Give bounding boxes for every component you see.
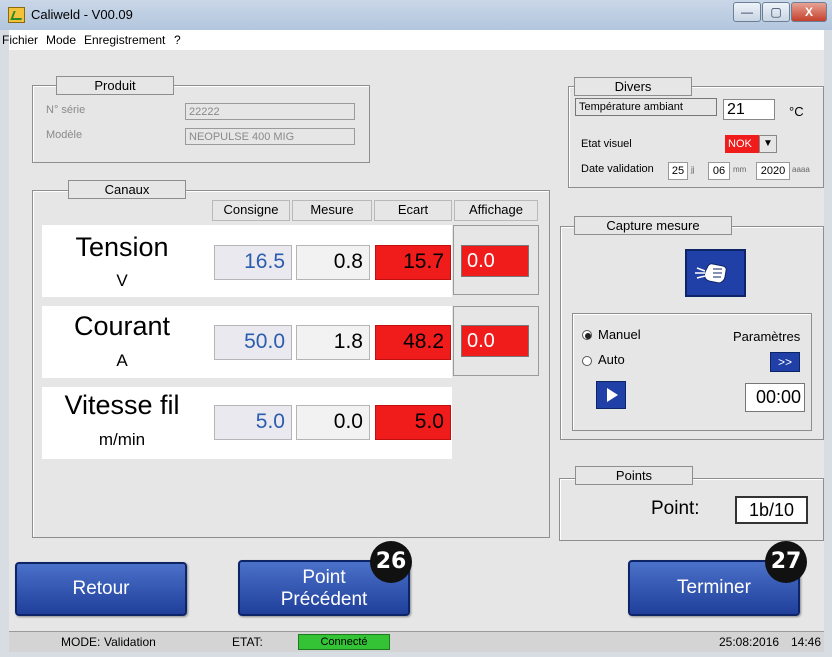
retour-button[interactable]: Retour <box>15 562 187 616</box>
courant-consigne: 50.0 <box>214 325 292 360</box>
menu-fichier[interactable]: Fichier <box>2 33 38 47</box>
capture-legend: Capture mesure <box>574 216 732 235</box>
menu-bar: Fichier Mode Enregistrement ? <box>2 30 824 50</box>
header-consigne: Consigne <box>212 200 290 221</box>
manuel-radio[interactable] <box>582 330 592 340</box>
menu-mode[interactable]: Mode <box>46 33 76 47</box>
date-day-unit: jj <box>691 165 695 174</box>
auto-label: Auto <box>598 352 625 367</box>
menu-help[interactable]: ? <box>174 33 181 47</box>
capture-hand-button[interactable] <box>685 249 746 297</box>
courant-mesure: 1.8 <box>296 325 370 360</box>
date-month-unit: mm <box>733 165 747 174</box>
date-day-field[interactable]: 25 <box>668 162 688 180</box>
temp-unit: °C <box>789 104 804 119</box>
parametres-button[interactable]: >> <box>770 352 800 372</box>
date-year-unit: aaaa <box>792 165 810 174</box>
status-bar: MODE: Validation ETAT: Connecté 25:08:20… <box>9 631 824 652</box>
vitesse-mesure: 0.0 <box>296 405 370 440</box>
tension-unit: V <box>116 271 128 290</box>
date-month-field[interactable]: 06 <box>708 162 730 180</box>
courant-affichage: 0.0 <box>461 325 529 357</box>
vitesse-name: Vitesse fil <box>64 390 180 420</box>
tension-consigne: 16.5 <box>214 245 292 280</box>
header-affichage: Affichage <box>454 200 538 221</box>
modele-field[interactable]: NEOPULSE 400 MIG <box>185 128 355 145</box>
point-label: Point: <box>651 498 700 519</box>
point-value: 1b/10 <box>735 496 808 524</box>
vitesse-unit: m/min <box>98 430 146 449</box>
serie-label: N° série <box>46 104 86 116</box>
etat-visuel-label: Etat visuel <box>581 138 632 150</box>
tension-affichage: 0.0 <box>461 245 529 277</box>
status-connected-badge: Connecté <box>298 634 390 650</box>
minimize-button[interactable]: — <box>733 2 761 22</box>
maximize-button[interactable]: ▢ <box>762 2 790 22</box>
manuel-label: Manuel <box>598 327 641 342</box>
play-button[interactable] <box>596 381 626 409</box>
canaux-legend: Canaux <box>68 180 186 199</box>
temp-label: Température ambiant <box>575 98 717 116</box>
close-button[interactable]: X <box>791 2 827 22</box>
etat-visuel-select[interactable]: NOK ▼ <box>725 135 777 153</box>
header-ecart: Ecart <box>374 200 452 221</box>
header-mesure: Mesure <box>292 200 372 221</box>
tension-mesure: 0.8 <box>296 245 370 280</box>
callout-badge-26: 26 <box>370 541 412 583</box>
status-date: 25:08:2016 <box>719 635 780 649</box>
courant-ecart: 48.2 <box>375 325 451 360</box>
timer-display: 00:00 <box>745 383 805 412</box>
app-icon <box>8 7 25 23</box>
produit-legend: Produit <box>56 76 174 95</box>
parametres-label: Paramètres <box>733 329 801 344</box>
status-mode-value: Validation <box>104 635 156 649</box>
courant-unit: A <box>116 351 128 370</box>
point-precedent-line2: Précédent <box>280 589 368 610</box>
vitesse-ecart: 5.0 <box>375 405 451 440</box>
status-time: 14:46 <box>791 635 822 649</box>
menu-enregistrement[interactable]: Enregistrement <box>84 33 165 47</box>
status-etat-label: ETAT: <box>232 635 263 649</box>
chevron-down-icon[interactable]: ▼ <box>759 135 777 153</box>
play-icon <box>607 388 618 402</box>
window-title: Caliweld - V00.09 <box>31 7 133 22</box>
etat-visuel-value: NOK <box>725 135 759 153</box>
hand-capture-icon <box>695 263 727 284</box>
date-validation-label: Date validation <box>581 163 654 175</box>
serie-field[interactable]: 22222 <box>185 103 355 120</box>
vitesse-consigne: 5.0 <box>214 405 292 440</box>
tension-ecart: 15.7 <box>375 245 451 280</box>
date-year-field[interactable]: 2020 <box>756 162 790 180</box>
status-mode-label: MODE: <box>61 635 101 649</box>
points-legend: Points <box>575 466 693 485</box>
title-bar: Caliweld - V00.09 — ▢ X <box>0 0 832 30</box>
auto-radio[interactable] <box>582 356 592 366</box>
temp-input[interactable]: 21 <box>723 99 775 120</box>
produit-group <box>32 85 370 163</box>
divers-legend: Divers <box>574 77 692 96</box>
tension-name: Tension <box>75 232 169 262</box>
courant-name: Courant <box>73 311 171 341</box>
callout-badge-27: 27 <box>765 541 807 583</box>
modele-label: Modèle <box>46 129 83 141</box>
